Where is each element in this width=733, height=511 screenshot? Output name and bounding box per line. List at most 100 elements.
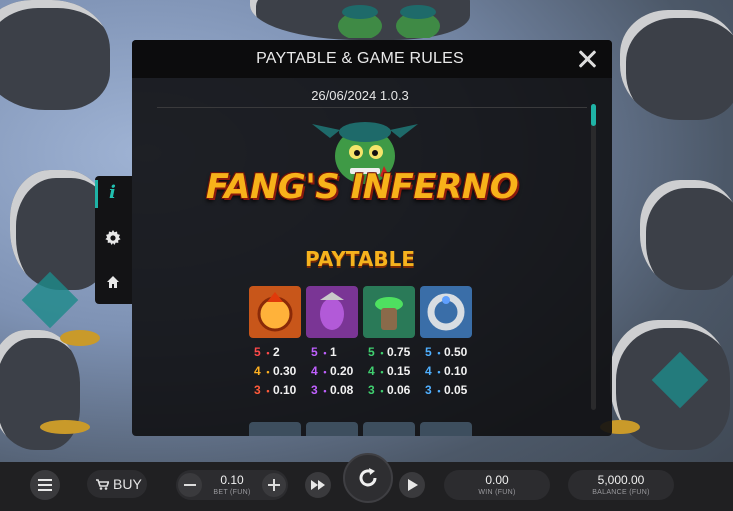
pay-value: 0.08 [330, 383, 354, 397]
home-icon [107, 276, 119, 288]
autoplay-button[interactable] [399, 472, 425, 498]
pay-row: 4 • 0.10 [425, 362, 489, 381]
snowy-rock [620, 10, 733, 120]
pay-value: 0.15 [387, 364, 411, 378]
pay-value: 0.10 [273, 383, 297, 397]
pay-value: 0.06 [387, 383, 411, 397]
pay-count: 4 [368, 364, 375, 378]
pay-row: 5 • 1 [311, 343, 375, 362]
symbol-peek [363, 422, 415, 436]
symbol-peek [420, 422, 472, 436]
pay-row: 4 • 0.20 [311, 362, 375, 381]
pay-dot: • [266, 367, 270, 377]
pay-dot: • [323, 367, 327, 377]
symbol-peek [306, 422, 358, 436]
gold-pile [60, 330, 100, 346]
snowy-rock [0, 0, 110, 110]
spin-button[interactable] [343, 453, 393, 503]
minus-icon [184, 484, 196, 486]
scrollbar[interactable] [591, 104, 596, 410]
menu-button[interactable] [30, 470, 60, 500]
pay-dot: • [437, 386, 441, 396]
pay-column: 5 • 0.75 4 • 0.15 3 • 0.06 [368, 343, 432, 400]
pay-value: 0.05 [444, 383, 468, 397]
pay-row: 5 • 2 [254, 343, 318, 362]
pay-value: 0.75 [387, 345, 411, 359]
pay-count: 3 [425, 383, 432, 397]
pay-dot: • [380, 386, 384, 396]
pay-column: 5 • 1 4 • 0.20 3 • 0.08 [311, 343, 375, 400]
nav-home[interactable] [95, 264, 132, 304]
snowy-rock [640, 180, 733, 290]
pay-dot: • [437, 348, 441, 358]
gold-pile [40, 420, 90, 434]
pay-dot: • [266, 386, 270, 396]
pay-count: 4 [425, 364, 432, 378]
pay-count: 3 [368, 383, 375, 397]
pay-column: 5 • 2 4 • 0.30 3 • 0.10 [254, 343, 318, 400]
version-text: 26/06/2024 1.0.3 [311, 88, 409, 103]
bet-label: BET (FUN) [213, 489, 251, 496]
pay-value: 1 [330, 345, 337, 359]
pay-row: 3 • 0.08 [311, 381, 375, 400]
pay-row: 3 • 0.10 [254, 381, 318, 400]
gear-icon [105, 230, 121, 245]
info-icon: i [109, 182, 116, 203]
pay-dot: • [323, 386, 327, 396]
pay-dot: • [437, 367, 441, 377]
pay-count: 4 [311, 364, 318, 378]
goblin-heads [338, 5, 440, 38]
fast-forward-icon [311, 480, 325, 490]
silver-ring-symbol [420, 286, 472, 338]
active-indicator [95, 180, 98, 208]
divider [157, 107, 587, 108]
logo-text: FANG'S INFERNO [205, 167, 519, 207]
autoplay-icon [408, 479, 418, 491]
fire-dragon-symbol [249, 286, 301, 338]
paytable-title: PAYTABLE [304, 247, 416, 271]
pay-column: 5 • 0.50 4 • 0.10 3 • 0.05 [425, 343, 489, 400]
bet-plus-button[interactable] [262, 473, 286, 497]
menu-icon [38, 479, 52, 491]
pay-row: 4 • 0.30 [254, 362, 318, 381]
pay-count: 5 [425, 345, 432, 359]
win-label: WIN (FUN) [478, 489, 516, 496]
pay-value: 0.50 [444, 345, 468, 359]
cart-icon [96, 479, 109, 490]
pay-dot: • [380, 348, 384, 358]
pay-dot: • [323, 348, 327, 358]
modal-title: PAYTABLE & GAME RULES [256, 50, 464, 67]
win-value: 0.00 [485, 473, 509, 487]
paytable-modal: PAYTABLE & GAME RULES 26/06/2024 1.0.3 F… [132, 40, 612, 436]
turbo-button[interactable] [305, 472, 331, 498]
green-potion-symbol [363, 286, 415, 338]
scroll-thumb[interactable] [591, 104, 596, 126]
nav-settings[interactable] [95, 220, 132, 260]
pay-row: 4 • 0.15 [368, 362, 432, 381]
pay-value: 0.20 [330, 364, 354, 378]
bet-value: 0.10 [220, 473, 244, 487]
pay-row: 3 • 0.05 [425, 381, 489, 400]
purple-gem-symbol [306, 286, 358, 338]
plus-icon [268, 479, 280, 491]
nav-info[interactable]: i [95, 176, 132, 216]
pay-count: 5 [254, 345, 261, 359]
modal-header: PAYTABLE & GAME RULES [132, 40, 612, 78]
pay-value: 2 [273, 345, 280, 359]
pay-dot: • [266, 348, 270, 358]
symbol-peek [249, 422, 301, 436]
pay-value: 0.30 [273, 364, 297, 378]
balance-label: BALANCE (FUN) [592, 489, 650, 496]
buy-label: BUY [113, 476, 142, 492]
close-icon[interactable] [576, 48, 598, 70]
bet-minus-button[interactable] [178, 473, 202, 497]
side-nav: i [95, 176, 132, 304]
pay-count: 3 [311, 383, 318, 397]
pay-count: 4 [254, 364, 261, 378]
spin-icon [359, 468, 377, 487]
pay-count: 5 [311, 345, 318, 359]
pay-value: 0.10 [444, 364, 468, 378]
pay-count: 3 [254, 383, 261, 397]
pay-count: 5 [368, 345, 375, 359]
pay-row: 5 • 0.75 [368, 343, 432, 362]
